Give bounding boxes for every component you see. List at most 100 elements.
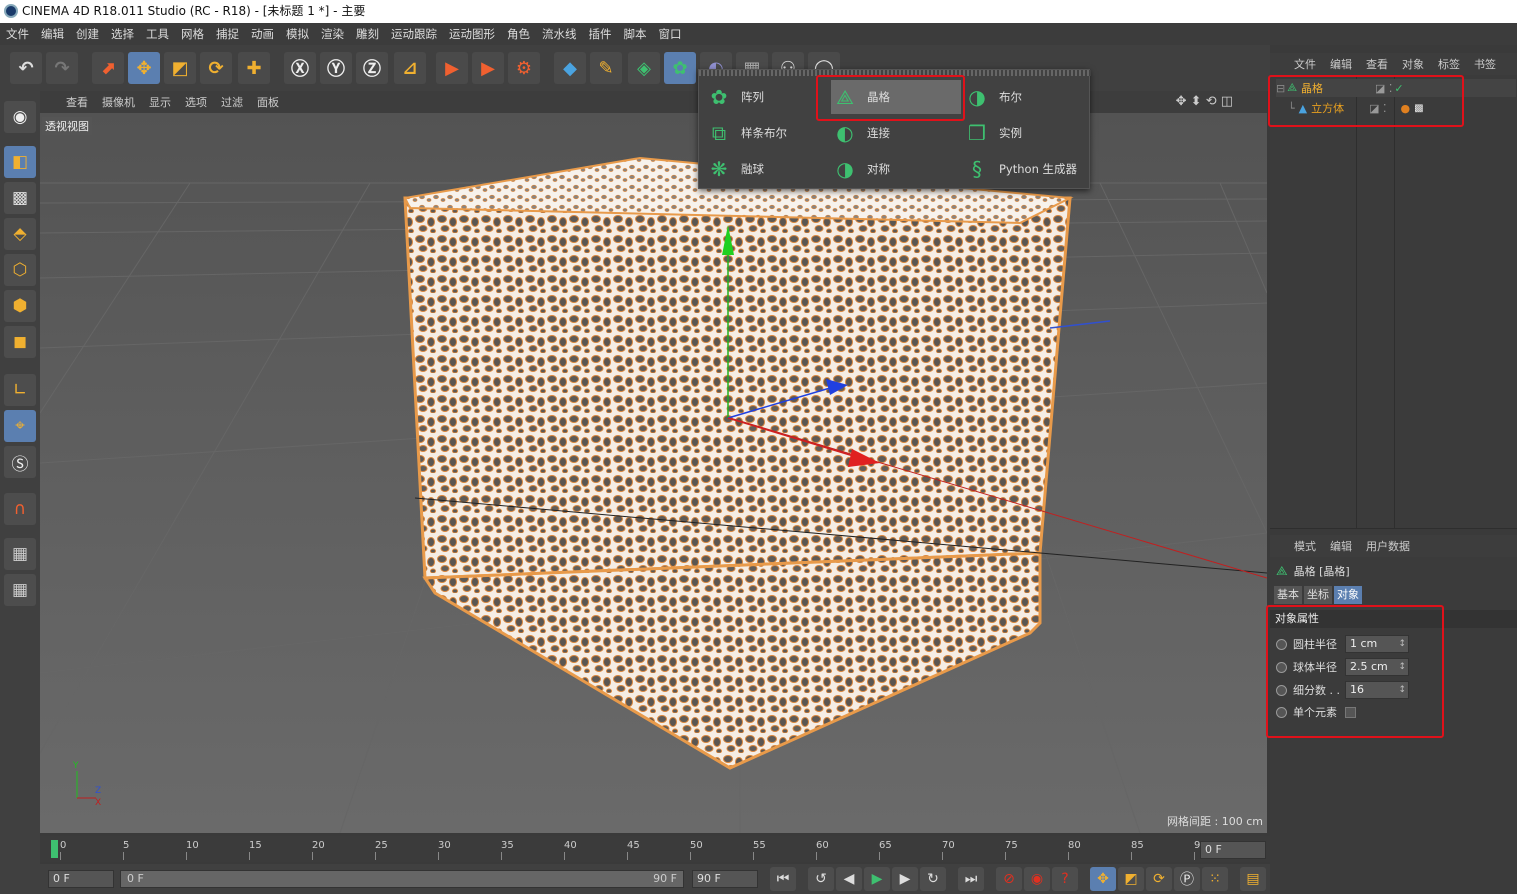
frame-range-slider[interactable]: 0 F 90 F [120, 870, 684, 888]
z-axis-lock-icon[interactable]: Ⓩ [356, 52, 388, 84]
tab-coord[interactable]: 坐标 [1304, 586, 1332, 604]
render-picture-viewer-icon[interactable]: ▶ [472, 52, 504, 84]
viewport-navigation-icon[interactable]: ✥ ⬍ ⟲ ◫ [1176, 94, 1233, 109]
menu-create[interactable]: 创建 [76, 26, 99, 42]
keyframe-selection-icon[interactable]: ? [1052, 867, 1078, 891]
om-menu-tags[interactable]: 标签 [1438, 56, 1460, 72]
om-menu-file[interactable]: 文件 [1294, 56, 1316, 72]
menu-file[interactable]: 文件 [6, 26, 29, 42]
current-frame-field[interactable]: 0 F [1200, 841, 1266, 859]
x-axis-lock-icon[interactable]: Ⓧ [284, 52, 316, 84]
attr-menu-edit[interactable]: 编辑 [1330, 538, 1352, 554]
snap-magnet-icon[interactable]: ∩ [4, 493, 36, 525]
axis-mode-icon[interactable]: ∟ [4, 374, 36, 406]
playhead[interactable] [51, 840, 58, 858]
attr-menu-user-data[interactable]: 用户数据 [1366, 538, 1410, 554]
redo-icon[interactable]: ↷ [46, 52, 78, 84]
edges-mode-icon[interactable]: ⬢ [4, 290, 36, 322]
menu-mesh[interactable]: 网格 [181, 26, 204, 42]
previous-key-icon[interactable]: ↺ [808, 867, 834, 891]
viewport-menu-view[interactable]: 查看 [66, 94, 88, 110]
popup-item-connect[interactable]: ◐ 连接 [831, 116, 961, 150]
menu-window[interactable]: 窗口 [659, 26, 682, 42]
next-frame-icon[interactable]: ▶ [892, 867, 918, 891]
workplane-mode-icon[interactable]: ⬘ [4, 218, 36, 250]
recent-tool-icon[interactable]: ✚ [238, 52, 270, 84]
play-icon[interactable]: ▶ [864, 867, 890, 891]
menu-sculpt[interactable]: 雕刻 [356, 26, 379, 42]
menu-snap[interactable]: 捕捉 [216, 26, 239, 42]
key-point-level-icon[interactable]: ⁙ [1202, 867, 1228, 891]
render-settings-icon[interactable]: ⚙ [508, 52, 540, 84]
attr-menu-mode[interactable]: 模式 [1294, 538, 1316, 554]
menu-mograph[interactable]: 运动图形 [449, 26, 495, 42]
next-key-icon[interactable]: ↻ [920, 867, 946, 891]
timeline-ruler[interactable]: 051015202530354045505560657075808590 0 F [40, 836, 1270, 862]
popup-item-symmetry[interactable]: ◑ 对称 [831, 152, 961, 186]
viewport-menu-options[interactable]: 选项 [185, 94, 207, 110]
cube-primitive-icon[interactable]: ◆ [554, 52, 586, 84]
key-position-icon[interactable]: ✥ [1090, 867, 1116, 891]
y-axis-lock-icon[interactable]: Ⓨ [320, 52, 352, 84]
go-to-start-icon[interactable]: ⏮ [770, 867, 796, 891]
polygons-mode-icon[interactable]: ◼ [4, 326, 36, 358]
workplane-lock-icon[interactable]: ▦ [4, 538, 36, 570]
popup-item-metaball[interactable]: ❋ 融球 [705, 152, 829, 186]
auto-key-icon[interactable]: ◉ [1024, 867, 1050, 891]
menu-animate[interactable]: 动画 [251, 26, 274, 42]
viewport-menu-filter[interactable]: 过滤 [221, 94, 243, 110]
om-menu-view[interactable]: 查看 [1366, 56, 1388, 72]
key-parameter-icon[interactable]: Ⓟ [1174, 867, 1200, 891]
planar-workplane-icon[interactable]: ▦ [4, 574, 36, 606]
rotate-tool-icon[interactable]: ⟳ [200, 52, 232, 84]
menu-motion-tracker[interactable]: 运动跟踪 [391, 26, 437, 42]
om-menu-objects[interactable]: 对象 [1402, 56, 1424, 72]
selection-tool-icon[interactable]: ⬈ [92, 52, 124, 84]
coordinate-system-icon[interactable]: ⊿ [394, 52, 426, 84]
array-generator-icon[interactable]: ✿ [664, 52, 696, 84]
popup-item-instance[interactable]: ❒ 实例 [963, 116, 1087, 150]
om-menu-edit[interactable]: 编辑 [1330, 56, 1352, 72]
render-view-icon[interactable]: ▶ [436, 52, 468, 84]
key-rotation-icon[interactable]: ⟳ [1146, 867, 1172, 891]
popup-item-boole[interactable]: ◑ 布尔 [963, 80, 1087, 114]
menu-select[interactable]: 选择 [111, 26, 134, 42]
tab-basic[interactable]: 基本 [1274, 586, 1302, 604]
key-scale-icon[interactable]: ◩ [1118, 867, 1144, 891]
viewport-menu-panel[interactable]: 面板 [257, 94, 279, 110]
go-to-end-icon[interactable]: ⏭ [958, 867, 984, 891]
timeline-tick-label: 55 [753, 840, 766, 851]
model-mode-icon[interactable]: ◧ [4, 146, 36, 178]
end-frame-field[interactable]: 90 F [692, 870, 758, 888]
start-frame-field[interactable]: 0 F [48, 870, 114, 888]
menu-pipeline[interactable]: 流水线 [542, 26, 577, 42]
popup-item-array[interactable]: ✿ 阵列 [705, 80, 829, 114]
popup-item-python-generator[interactable]: § Python 生成器 [963, 152, 1087, 186]
undo-icon[interactable]: ↶ [10, 52, 42, 84]
texture-mode-icon[interactable]: ▩ [4, 182, 36, 214]
popup-item-spline-boole[interactable]: ⧉ 样条布尔 [705, 116, 829, 150]
menu-script[interactable]: 脚本 [624, 26, 647, 42]
viewport-menu-display[interactable]: 显示 [149, 94, 171, 110]
menu-edit[interactable]: 编辑 [41, 26, 64, 42]
perspective-viewport[interactable]: Y Z X 网格间距 : 100 cm [40, 113, 1267, 833]
timeline-window-icon[interactable]: ▤ [1240, 867, 1266, 891]
tweak-mode-icon[interactable]: ⌖ [4, 410, 36, 442]
viewport-menu-cameras[interactable]: 摄像机 [102, 94, 135, 110]
menu-tools[interactable]: 工具 [146, 26, 169, 42]
previous-frame-icon[interactable]: ◀ [836, 867, 862, 891]
tab-object[interactable]: 对象 [1334, 586, 1362, 604]
pen-spline-icon[interactable]: ✎ [590, 52, 622, 84]
move-tool-icon[interactable]: ✥ [128, 52, 160, 84]
record-keys-icon[interactable]: ⊘ [996, 867, 1022, 891]
menu-simulate[interactable]: 模拟 [286, 26, 309, 42]
points-mode-icon[interactable]: ⬡ [4, 254, 36, 286]
om-menu-bookmarks[interactable]: 书签 [1474, 56, 1496, 72]
menu-plugins[interactable]: 插件 [589, 26, 612, 42]
make-editable-icon[interactable]: ◉ [4, 101, 36, 133]
solo-mode-icon[interactable]: Ⓢ [4, 446, 36, 478]
menu-render[interactable]: 渲染 [321, 26, 344, 42]
scale-tool-icon[interactable]: ◩ [164, 52, 196, 84]
subdivision-surface-icon[interactable]: ◈ [628, 52, 660, 84]
menu-character[interactable]: 角色 [507, 26, 530, 42]
